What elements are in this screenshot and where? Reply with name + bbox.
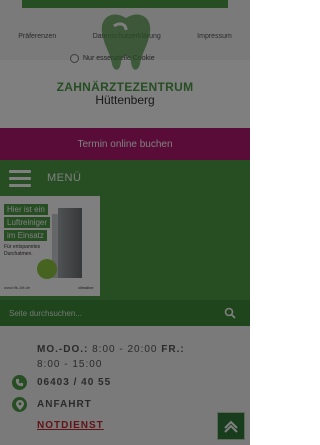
ad-url: www.tfk-1tlt.de [4,285,31,290]
menu-bar[interactable]: MENÜ [0,160,250,196]
book-online-button[interactable]: Termin online buchen [0,128,250,160]
hours-value-mo-do: 8:00 - 20:00 [92,344,158,355]
cookie-accept-strip[interactable] [22,0,228,8]
hours-label-fr: FR.: [161,344,185,355]
ad-badge [37,259,57,279]
brand-name: ZAHNÄRZTEZENTRUM [56,80,194,94]
ad-text: Für entspanntes Durchatmen. [4,244,41,257]
directions-row[interactable]: ANFAHRT [12,397,92,412]
ad-line-3: im Einsatz [4,230,47,241]
tooth-logo-icon [101,14,151,70]
hamburger-icon[interactable] [9,169,31,187]
book-online-label: Termin online buchen [77,138,173,150]
directions-link[interactable]: ANFAHRT [37,399,92,410]
hours-label-mo-do: MO.-DO.: [37,344,89,355]
cookie-link-imprint[interactable]: Impressum [197,33,232,40]
emergency-link[interactable]: NOTDIENST [37,420,104,431]
search-bar [0,300,250,326]
chevron-up-icon [224,420,238,433]
cookie-link-preferences[interactable]: Präferenzen [18,33,56,40]
hours-value-fr: 8:00 - 15:00 [37,359,103,370]
air-purifier-ad[interactable]: Hier ist ein Luftreiniger im Einsatz Für… [0,196,100,296]
search-input[interactable] [9,304,209,322]
search-icon[interactable] [224,307,236,319]
scroll-to-top-button[interactable] [217,412,245,440]
opening-hours: MO.-DO.: 8:00 - 20:00 FR.: 8:00 - 15:00 [37,342,197,372]
ad-line-2: Luftreiniger [4,217,51,228]
phone-number[interactable]: 06403 / 40 55 [37,377,111,388]
phone-icon [12,375,27,390]
essential-cookie-radio[interactable] [70,54,79,63]
ad-brand: climaline [78,285,94,290]
map-pin-icon [12,397,27,412]
phone-row[interactable]: 06403 / 40 55 [12,375,111,390]
menu-label[interactable]: MENÜ [47,172,81,184]
brand-city: Hüttenberg [95,93,155,107]
ad-device [58,208,82,278]
ad-line-1: Hier ist ein [4,204,48,215]
